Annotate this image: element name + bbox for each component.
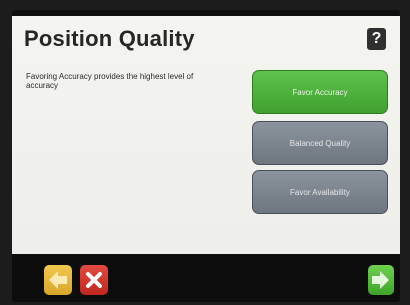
next-button[interactable] [368, 265, 394, 295]
bottom-navigation-bar [12, 254, 400, 302]
back-button[interactable] [44, 265, 72, 295]
favor-availability-button[interactable]: Favor Availability [252, 170, 388, 214]
content-panel: Position Quality ? Favoring Accuracy pro… [12, 16, 400, 254]
help-button[interactable]: ? [367, 28, 386, 50]
arrow-right-icon [372, 271, 389, 289]
balanced-quality-button[interactable]: Balanced Quality [252, 121, 388, 165]
page-title: Position Quality [24, 26, 195, 51]
arrow-left-icon [49, 271, 67, 289]
close-icon [86, 272, 102, 288]
option-description: Favoring Accuracy provides the highest l… [26, 72, 194, 90]
cancel-button[interactable] [80, 265, 108, 295]
device-screen: Position Quality ? Favoring Accuracy pro… [12, 10, 400, 302]
favor-accuracy-button[interactable]: Favor Accuracy [252, 70, 388, 114]
